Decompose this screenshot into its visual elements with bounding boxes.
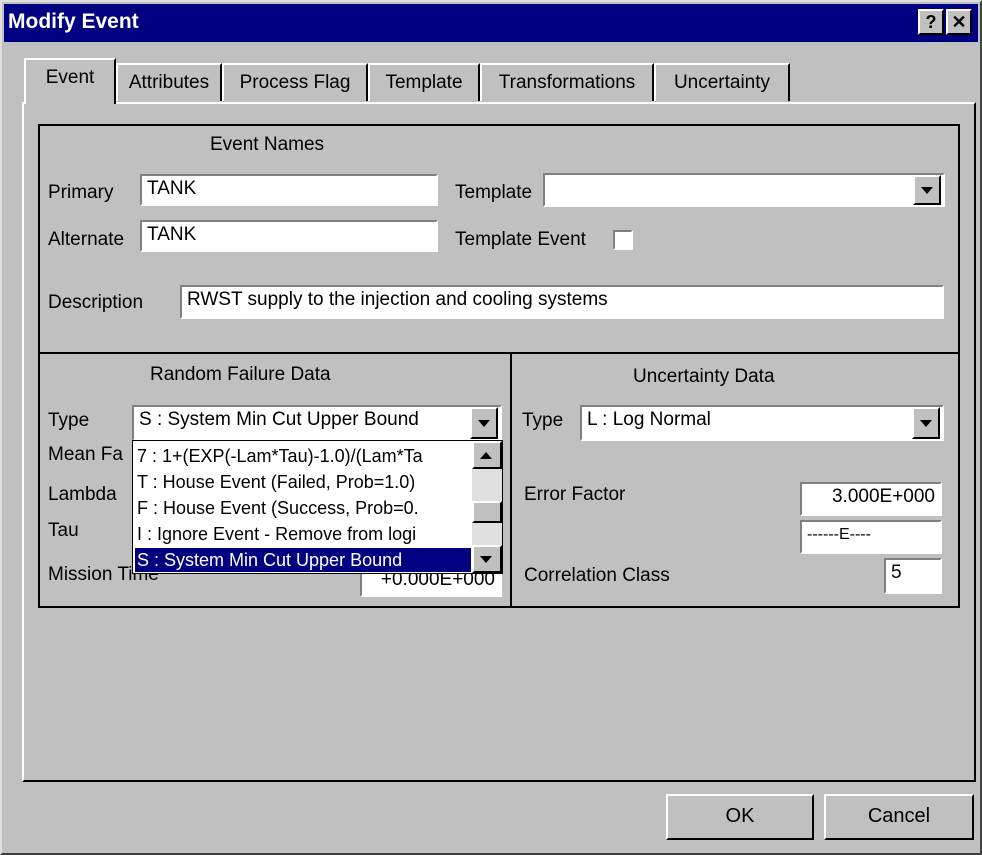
error-factor-input[interactable]: 3.000E+000 bbox=[800, 482, 942, 516]
template-select[interactable] bbox=[543, 173, 945, 207]
scroll-up-button[interactable] bbox=[472, 441, 502, 469]
alternate-input[interactable]: TANK bbox=[140, 220, 438, 252]
template-event-checkbox[interactable] bbox=[613, 230, 633, 250]
chevron-up-icon bbox=[480, 452, 492, 459]
alternate-label: Alternate bbox=[48, 229, 125, 250]
chevron-down-icon bbox=[480, 556, 492, 563]
rf-type-select[interactable]: S : System Min Cut Upper Bound bbox=[132, 405, 502, 441]
random-failure-heading: Random Failure Data bbox=[150, 364, 331, 385]
help-icon: ? bbox=[925, 12, 937, 32]
tab-uncertainty[interactable]: Uncertainty bbox=[654, 63, 790, 101]
list-item[interactable]: F : House Event (Success, Prob=0. bbox=[137, 496, 469, 520]
close-icon: ✕ bbox=[951, 12, 967, 32]
scroll-down-button[interactable] bbox=[472, 545, 502, 573]
tab-process-flag[interactable]: Process Flag bbox=[222, 63, 368, 101]
unc-type-label: Type bbox=[522, 410, 564, 431]
help-button[interactable]: ? bbox=[918, 9, 944, 35]
rf-type-dropdown-button[interactable] bbox=[470, 407, 498, 439]
rf-type-dropdown-list[interactable]: 7 : 1+(EXP(-Lam*Tau)-1.0)/(Lam*Ta T : Ho… bbox=[132, 440, 503, 574]
chevron-down-icon bbox=[920, 420, 932, 427]
chevron-down-icon bbox=[921, 187, 933, 194]
list-item[interactable]: I : Ignore Event - Remove from logi bbox=[137, 522, 469, 546]
tab-template[interactable]: Template bbox=[368, 63, 480, 101]
template-label: Template bbox=[455, 182, 533, 203]
list-item-selected[interactable]: S : System Min Cut Upper Bound bbox=[135, 548, 471, 572]
list-item[interactable]: T : House Event (Failed, Prob=1.0) bbox=[137, 470, 469, 494]
close-button[interactable]: ✕ bbox=[946, 9, 972, 35]
cancel-button[interactable]: Cancel bbox=[824, 794, 974, 840]
tab-event[interactable]: Event bbox=[24, 58, 116, 104]
primary-input[interactable]: TANK bbox=[140, 174, 438, 206]
title-bar: Modify Event ? ✕ bbox=[4, 4, 978, 42]
ok-button[interactable]: OK bbox=[666, 794, 814, 840]
correlation-class-input[interactable]: 5 bbox=[884, 558, 942, 594]
mean-failure-label: Mean Fa bbox=[48, 444, 123, 465]
window-title: Modify Event bbox=[8, 10, 139, 33]
correlation-class-label: Correlation Class bbox=[524, 565, 670, 586]
uncertainty-second-input[interactable]: ------E---- bbox=[800, 520, 942, 554]
list-item[interactable]: 7 : 1+(EXP(-Lam*Tau)-1.0)/(Lam*Ta bbox=[137, 444, 469, 468]
tab-attributes[interactable]: Attributes bbox=[116, 63, 222, 101]
tau-label: Tau bbox=[48, 520, 79, 541]
dropdown-scrollbar[interactable] bbox=[472, 441, 502, 573]
template-event-label: Template Event bbox=[455, 229, 586, 250]
description-label: Description bbox=[48, 292, 144, 313]
unc-type-dropdown-button[interactable] bbox=[912, 407, 940, 439]
unc-type-select[interactable]: L : Log Normal bbox=[580, 405, 944, 441]
event-names-heading: Event Names bbox=[210, 134, 325, 155]
rf-type-label: Type bbox=[48, 410, 90, 431]
scroll-thumb[interactable] bbox=[472, 501, 502, 523]
error-factor-label: Error Factor bbox=[524, 484, 626, 505]
lambda-label: Lambda bbox=[48, 484, 117, 505]
template-dropdown-button[interactable] bbox=[913, 175, 941, 205]
tab-transformations[interactable]: Transformations bbox=[480, 63, 654, 101]
chevron-down-icon bbox=[478, 420, 490, 427]
uncertainty-heading: Uncertainty Data bbox=[633, 366, 775, 387]
description-input[interactable]: RWST supply to the injection and cooling… bbox=[180, 285, 944, 319]
primary-label: Primary bbox=[48, 182, 114, 203]
